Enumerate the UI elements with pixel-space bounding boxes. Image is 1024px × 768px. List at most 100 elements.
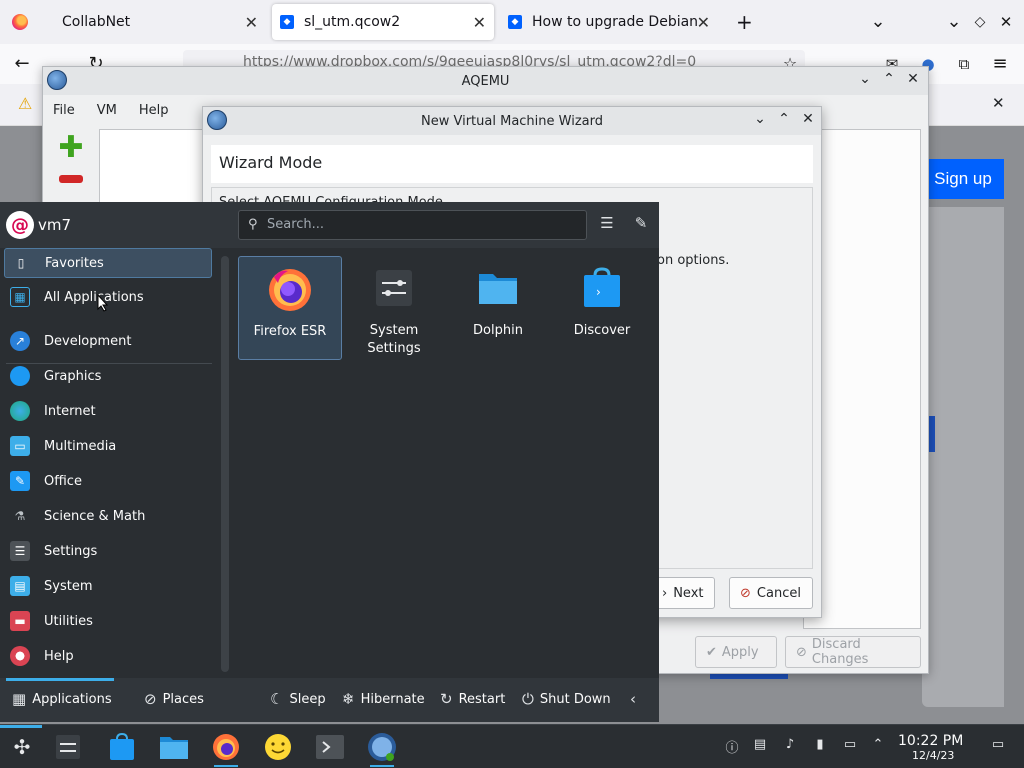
hibernate-button[interactable]: ❄ Hibernate	[342, 690, 425, 708]
terminal-icon	[316, 735, 344, 759]
clock-time[interactable]: 10:22 PM	[898, 733, 963, 749]
category-label: Favorites	[45, 255, 104, 271]
configure-icon[interactable]: ☰	[596, 214, 618, 236]
minimize-icon[interactable]: ⌄	[942, 10, 966, 34]
clock-date[interactable]: 12/4/23	[912, 749, 954, 762]
category-utilities[interactable]: ▬ Utilities	[4, 606, 212, 636]
app-firefox-esr[interactable]: Firefox ESR	[238, 256, 342, 360]
category-office[interactable]: ✎ Office	[4, 466, 212, 496]
chevron-left-icon: ‹	[630, 690, 636, 708]
category-help[interactable]: Help	[4, 641, 212, 671]
close-icon[interactable]: ✕	[904, 71, 922, 87]
tab-label: Places	[162, 691, 204, 707]
more-options-button[interactable]: ‹	[630, 690, 636, 708]
close-icon[interactable]: ✕	[473, 13, 486, 32]
shutdown-button[interactable]: ⏻ Shut Down	[522, 690, 611, 708]
emoji-icon	[265, 734, 291, 760]
category-internet[interactable]: Internet	[4, 396, 212, 426]
category-development[interactable]: ↗ Development	[4, 326, 212, 356]
taskbar-konsole[interactable]	[312, 729, 348, 765]
power-icon: ⏻	[522, 690, 534, 708]
network-status-icon[interactable]: ⓘ	[722, 737, 742, 757]
category-settings[interactable]: ☰ Settings	[4, 536, 212, 566]
app-discover[interactable]: › Discover	[550, 256, 654, 360]
chevron-up-icon[interactable]: ⌃	[868, 737, 888, 757]
tab-places[interactable]: ⊘ Places	[144, 690, 204, 708]
maximize-icon[interactable]: ⌃	[775, 111, 793, 127]
tab-applications[interactable]: ▦ Applications	[12, 690, 112, 708]
multimedia-icon: ▭	[10, 436, 30, 456]
category-favorites[interactable]: ▯ Favorites	[4, 248, 212, 278]
tab-label: sl_utm.qcow2	[304, 14, 401, 30]
graphics-icon	[10, 366, 30, 386]
category-graphics[interactable]: Graphics	[4, 361, 212, 391]
back-icon[interactable]: ←	[10, 52, 34, 76]
menu-file[interactable]: File	[53, 103, 75, 119]
taskbar-system-settings[interactable]	[50, 729, 86, 765]
clipboard-icon[interactable]: ▤	[750, 737, 770, 757]
warning-icon: ⚠	[18, 94, 33, 113]
utilities-icon: ▬	[10, 611, 30, 631]
chevron-down-icon[interactable]: ⌄	[866, 10, 890, 34]
close-icon[interactable]: ✕	[992, 94, 1005, 112]
close-icon[interactable]: ✕	[994, 10, 1018, 34]
app-system-settings[interactable]: System Settings	[342, 256, 446, 360]
aqemu-titlebar[interactable]: AQEMU ⌄ ⌃ ✕	[43, 67, 928, 95]
arrow-right-icon: ›	[662, 585, 668, 601]
volume-muted-icon[interactable]: ♪	[780, 737, 800, 757]
maximize-icon[interactable]: ⌃	[880, 71, 898, 87]
close-icon[interactable]: ✕	[245, 13, 258, 32]
taskbar-dolphin[interactable]	[156, 729, 192, 765]
category-science-math[interactable]: ⚗ Science & Math	[4, 501, 212, 531]
signup-button[interactable]: Sign up	[922, 159, 1004, 199]
close-icon[interactable]: ✕	[697, 13, 710, 32]
usb-icon[interactable]: ▮	[810, 737, 830, 757]
pin-icon[interactable]: ✎	[630, 214, 652, 236]
window-title: New Virtual Machine Wizard	[421, 113, 603, 129]
sleep-button[interactable]: ☾ Sleep	[270, 690, 326, 708]
button-label: Shut Down	[539, 691, 611, 707]
minimize-icon[interactable]: ⌄	[856, 71, 874, 87]
browser-tab-collabnet[interactable]: CollabNet ✕	[4, 4, 266, 40]
menu-help[interactable]: Help	[139, 103, 169, 119]
menu-vm[interactable]: VM	[97, 103, 117, 119]
internet-icon	[10, 401, 30, 421]
browser-tab-sl-utm[interactable]: ◆ sl_utm.qcow2 ✕	[272, 4, 494, 40]
application-launcher: @ vm7 ⚲ Search... ☰ ✎ ▯ Favorites ▦ All …	[0, 202, 659, 722]
display-icon[interactable]: ▭	[840, 737, 860, 757]
category-multimedia[interactable]: ▭ Multimedia	[4, 431, 212, 461]
search-input[interactable]: ⚲ Search...	[238, 210, 587, 240]
application-launcher-button[interactable]: ✣	[4, 729, 40, 765]
show-desktop-icon[interactable]: ▭	[988, 737, 1008, 757]
app-dolphin[interactable]: Dolphin	[446, 256, 550, 360]
taskbar-firefox[interactable]	[208, 729, 244, 767]
discard-changes-button[interactable]: ⊘ Discard Changes	[785, 636, 921, 668]
dropbox-icon: ◆	[280, 15, 294, 29]
firefox-icon	[266, 265, 314, 313]
taskbar-emoji[interactable]	[260, 729, 296, 765]
taskbar-aqemu[interactable]	[364, 729, 400, 767]
minimize-icon[interactable]: ⌄	[751, 111, 769, 127]
help-icon	[10, 646, 30, 666]
category-system[interactable]: ▤ System	[4, 571, 212, 601]
restart-button[interactable]: ↻ Restart	[440, 690, 505, 708]
menu-icon[interactable]: ≡	[988, 52, 1012, 76]
browser-tab-debian[interactable]: ◆ How to upgrade Debian dr ✕	[500, 4, 718, 40]
scrollbar[interactable]	[221, 256, 229, 672]
button-label: Sleep	[289, 691, 326, 707]
maximize-icon[interactable]: ◇	[968, 10, 992, 34]
cancel-button[interactable]: ⊘ Cancel	[729, 577, 813, 609]
settings-icon: ☰	[10, 541, 30, 561]
search-placeholder: Search...	[267, 217, 325, 232]
new-tab-button[interactable]: +	[728, 4, 761, 40]
web-side-panel	[922, 207, 1004, 707]
add-vm-icon[interactable]: ✚	[51, 133, 91, 163]
apply-button[interactable]: ✔ Apply	[695, 636, 777, 668]
extensions-icon[interactable]: ⧉	[952, 52, 976, 76]
taskbar-discover[interactable]	[104, 729, 140, 765]
close-icon[interactable]: ✕	[799, 111, 817, 127]
next-button[interactable]: › Next	[651, 577, 715, 609]
wizard-titlebar[interactable]: New Virtual Machine Wizard ⌄ ⌃ ✕	[203, 107, 821, 135]
tab-label: Applications	[32, 691, 112, 707]
delete-vm-icon[interactable]	[59, 175, 83, 183]
